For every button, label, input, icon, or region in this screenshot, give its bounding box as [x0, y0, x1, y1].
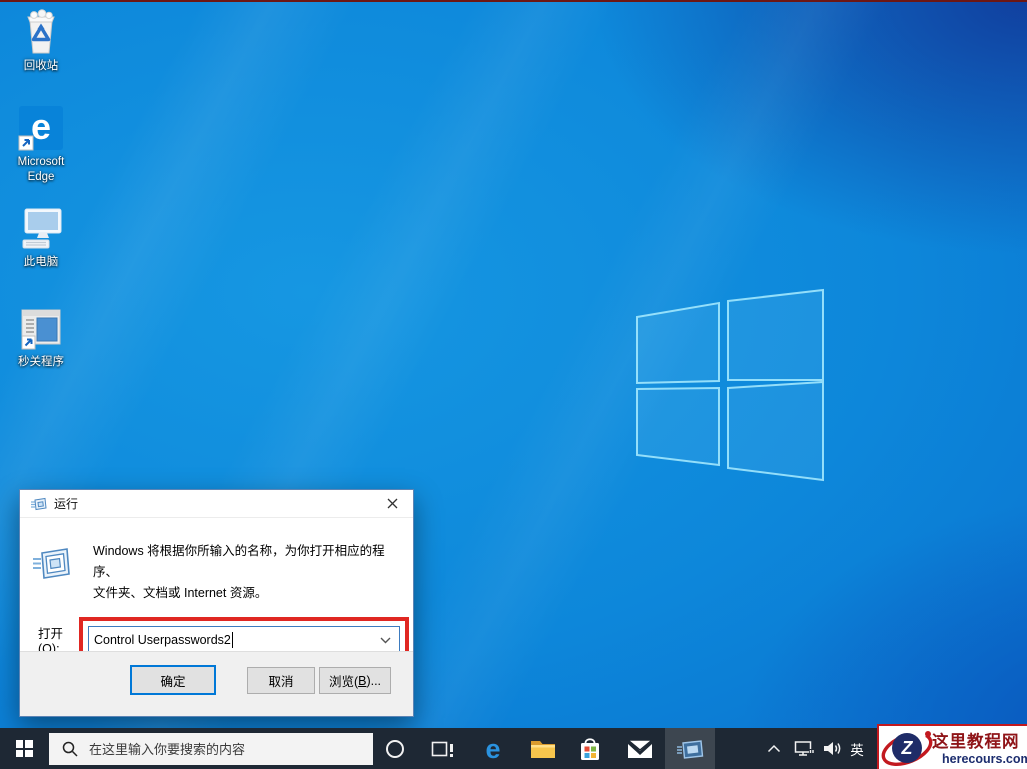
- taskbar-edge-button[interactable]: e: [470, 728, 516, 769]
- run-dialog-title: 运行: [54, 497, 79, 511]
- run-dialog-body: Windows 将根据你所输入的名称，为你打开相应的程序、 文件夹、文档或 In…: [20, 518, 413, 662]
- watermark-domain: herecours.com: [942, 752, 1027, 766]
- watermark-logo-letter: Z: [901, 737, 913, 758]
- desktop-icon-label: 秒关程序: [18, 356, 64, 368]
- screenshot-top-edge-line: [0, 0, 1027, 2]
- edge-icon: e: [17, 104, 65, 152]
- tray-volume-button[interactable]: [820, 728, 846, 769]
- windows-logo-icon: [15, 740, 33, 757]
- run-dialog-description: Windows 将根据你所输入的名称，为你打开相应的程序、 文件夹、文档或 In…: [93, 544, 385, 600]
- desktop-icon-label: 回收站: [23, 60, 59, 72]
- search-input[interactable]: [49, 733, 373, 765]
- cortana-icon: [386, 739, 404, 758]
- chevron-up-icon: [767, 744, 781, 753]
- run-command-combobox[interactable]: Control Userpasswords2: [88, 626, 400, 653]
- file-explorer-icon: [531, 740, 555, 758]
- run-dialog-window: 运行 Windows 将根据你所输入的名称，为你打开相应的程序、 文件夹、文档或…: [19, 489, 414, 717]
- program-window-icon: [17, 304, 65, 352]
- this-pc-icon: [17, 204, 65, 252]
- run-icon: [33, 548, 70, 579]
- run-dialog-titlebar[interactable]: 运行: [20, 490, 413, 518]
- task-view-button[interactable]: [420, 728, 466, 769]
- cortana-button[interactable]: [372, 728, 418, 769]
- taskbar-run-button[interactable]: [665, 728, 715, 769]
- run-dialog-footer: 确定 取消 浏览(B)...: [20, 651, 413, 716]
- search-icon: [62, 741, 78, 757]
- start-button[interactable]: [0, 728, 48, 769]
- run-window-icon: [677, 739, 704, 759]
- watermark-logo: Z: [892, 733, 922, 763]
- tray-show-hidden-button[interactable]: [763, 728, 785, 769]
- ime-label: 英: [850, 742, 864, 758]
- recycle-bin-icon: [17, 8, 65, 56]
- file-explorer-button[interactable]: [520, 728, 566, 769]
- desktop-icon-microsoft-edge[interactable]: e Microsoft Edge: [7, 104, 75, 185]
- browse-button[interactable]: 浏览(B)...: [319, 667, 391, 694]
- chevron-down-icon[interactable]: [380, 637, 391, 644]
- taskbar: e: [0, 728, 1027, 769]
- close-icon: [387, 498, 397, 509]
- svg-text:e: e: [485, 735, 500, 763]
- store-icon: [581, 737, 599, 760]
- desktop-icon-label: Microsoft Edge: [17, 156, 65, 183]
- wallpaper-windows-logo: [636, 288, 824, 482]
- taskbar-search-box[interactable]: [49, 733, 373, 765]
- task-view-icon: [431, 741, 453, 757]
- store-button[interactable]: [567, 728, 613, 769]
- tray-ime-indicator[interactable]: 英: [845, 728, 869, 769]
- desktop-icon-this-pc[interactable]: 此电脑: [7, 204, 75, 270]
- tray-network-button[interactable]: [791, 728, 819, 769]
- edge-icon: e: [485, 735, 500, 763]
- ok-button[interactable]: 确定: [130, 665, 216, 695]
- run-titlebar-icon: [31, 497, 47, 511]
- mail-button[interactable]: [617, 728, 663, 769]
- run-command-input[interactable]: Control Userpasswords2: [94, 633, 231, 647]
- volume-icon: [824, 742, 841, 755]
- svg-text:e: e: [31, 106, 51, 147]
- mail-icon: [626, 738, 654, 758]
- network-icon: [794, 740, 815, 756]
- close-button[interactable]: [371, 490, 413, 517]
- cancel-button[interactable]: 取消: [247, 667, 315, 694]
- desktop-icon-label: 此电脑: [23, 256, 59, 268]
- desktop-icon-recycle-bin[interactable]: 回收站: [7, 8, 75, 74]
- watermark-badge: Z 这里教程网 herecours.com: [877, 724, 1027, 769]
- desktop-icon-program-shortcut[interactable]: 秒关程序: [7, 304, 75, 370]
- desktop-screen: 回收站 e Microsoft Edge 此电脑 秒关程序 运行 Windows…: [0, 0, 1027, 769]
- text-caret: [231, 631, 233, 648]
- watermark-title: 这里教程网: [932, 733, 1020, 751]
